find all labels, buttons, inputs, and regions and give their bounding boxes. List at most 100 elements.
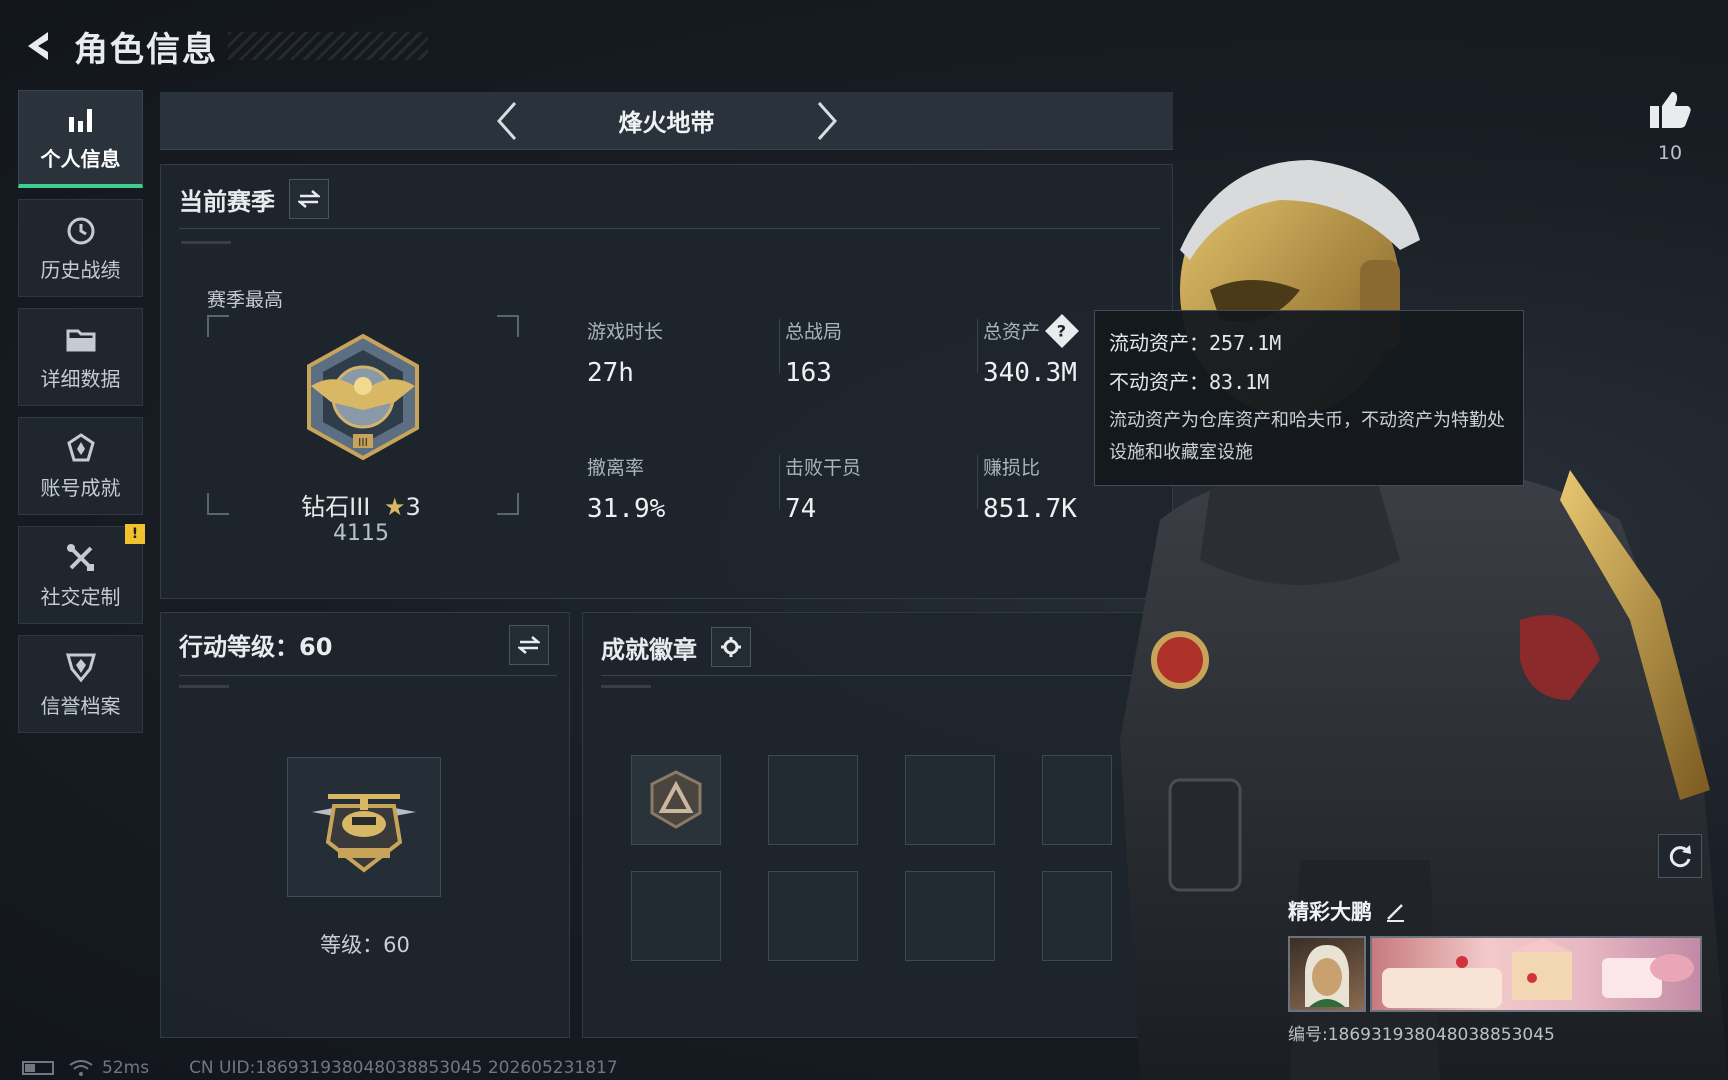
- badges-panel-header: 成就徽章: [601, 627, 751, 667]
- edit-icon[interactable]: [1384, 899, 1408, 923]
- assets-tooltip: 流动资产：257.1M 不动资产：83.1M 流动资产为仓库资产和哈夫币，不动资…: [1094, 310, 1524, 486]
- refresh-icon: [1669, 845, 1691, 868]
- sidebar-item-social[interactable]: ! 社交定制: [18, 524, 145, 624]
- wifi-icon: [69, 1060, 93, 1076]
- badge-slot[interactable]: [768, 755, 858, 845]
- stat-label: 赚损比: [983, 457, 1041, 479]
- like-button[interactable]: 10: [1640, 88, 1700, 164]
- season-best-label: 赛季最高: [207, 289, 284, 311]
- avatar-portrait-icon: [1305, 945, 1349, 1007]
- stat-kills: 击败干员 74: [785, 453, 861, 524]
- badge-slot[interactable]: [631, 871, 721, 961]
- rank-tier: 钻石III: [301, 493, 371, 521]
- stat-value: 31.9%: [587, 494, 666, 524]
- player-name: 精彩大鹏: [1288, 896, 1708, 926]
- thumbs-up-icon: [1650, 92, 1691, 128]
- season-panel: 当前赛季 赛季最高 III 钻石III ★3 4115 游戏时长 27h 总战局…: [160, 164, 1173, 599]
- decoration: [181, 241, 231, 244]
- player-name-card: 精彩大鹏 编号:186931938048038853045: [1288, 896, 1708, 1046]
- bar-chart-icon: [64, 103, 98, 137]
- stat-extraction-rate: 撤离率 31.9%: [587, 453, 665, 524]
- badges-panel: 成就徽章: [582, 612, 1173, 1038]
- level-panel: 行动等级：60 等级：60: [160, 612, 570, 1038]
- stat-value: 27h: [587, 358, 634, 388]
- page-title: 角色信息: [74, 29, 218, 70]
- tooltip-fixed-assets: 不动资产：83.1M: [1109, 370, 1270, 394]
- stat-label: 游戏时长: [587, 321, 664, 343]
- history-icon: [64, 214, 98, 248]
- level-text: 等级：60: [320, 933, 410, 957]
- cake-banner-icon: [1382, 938, 1694, 1008]
- uid-text: CN UID:186931938048038853045 20260523181…: [189, 1058, 618, 1078]
- ping-value: 52ms: [102, 1058, 150, 1078]
- decoration: [179, 685, 229, 688]
- rank-score: 4115: [333, 521, 389, 546]
- helicopter-emblem-icon: [312, 794, 416, 873]
- stat-value: 340.3M: [983, 358, 1077, 388]
- gear-icon: [721, 637, 741, 657]
- tooltip-liquid-assets: 流动资产：257.1M: [1109, 331, 1282, 355]
- stat-play-time: 游戏时长 27h: [587, 317, 663, 388]
- rank-name: 钻石III ★3: [261, 487, 461, 522]
- folder-icon: [64, 323, 98, 357]
- mode-title: 烽火地带: [618, 109, 715, 137]
- help-icon[interactable]: ?: [1045, 313, 1079, 348]
- prev-mode-button[interactable]: [487, 98, 527, 144]
- sidebar-item-achievements[interactable]: 账号成就: [18, 417, 143, 515]
- swap-icon: [298, 190, 320, 208]
- stat-value: 851.7K: [983, 494, 1077, 524]
- status-footer: 52ms CN UID:186931938048038853045 202605…: [22, 1056, 618, 1080]
- header-decoration: [228, 32, 428, 60]
- back-button[interactable]: [18, 24, 62, 68]
- refresh-button[interactable]: [1658, 834, 1702, 878]
- sidebar-item-label: 个人信息: [40, 147, 121, 171]
- svg-text:III: III: [358, 436, 368, 449]
- stat-total-matches: 总战局 163: [785, 317, 842, 388]
- tooltip-note: 流动资产为仓库资产和哈夫币，不动资产为特勤处设施和收藏室设施: [1109, 410, 1505, 463]
- stat-value: 163: [785, 358, 832, 388]
- level-panel-title: 行动等级：60: [179, 633, 333, 661]
- badges-panel-title: 成就徽章: [601, 635, 697, 664]
- divider: [779, 319, 780, 373]
- profile-banner[interactable]: [1370, 936, 1702, 1012]
- tools-icon: [64, 541, 98, 575]
- sidebar-item-credit[interactable]: 信誉档案: [18, 635, 143, 733]
- badge-slot[interactable]: [631, 755, 721, 845]
- badge-slot[interactable]: [905, 755, 995, 845]
- sidebar: 个人信息 历史战绩 详细数据 账号成就 ! 社交定制 信誉档案: [18, 90, 145, 744]
- season-panel-title: 当前赛季: [179, 187, 275, 216]
- divider: [601, 675, 1160, 676]
- triangle-badge-icon: [650, 770, 702, 829]
- avatar[interactable]: [1288, 936, 1366, 1012]
- sidebar-item-personal-info[interactable]: 个人信息: [18, 90, 143, 188]
- achievement-icon: [64, 432, 98, 466]
- back-arrow-icon: [28, 32, 48, 60]
- credit-shield-icon: [64, 650, 98, 684]
- like-count: 10: [1657, 142, 1683, 164]
- sidebar-item-label: 账号成就: [40, 475, 121, 500]
- stat-value: 74: [785, 494, 817, 524]
- star-icon: ★: [384, 493, 406, 521]
- chevron-left-icon: [496, 101, 516, 140]
- swap-icon: [518, 636, 540, 654]
- stat-label: 击败干员: [785, 457, 862, 479]
- sidebar-item-label: 社交定制: [40, 584, 121, 609]
- stat-profit-ratio: 赚损比 851.7K: [983, 453, 1077, 524]
- switch-level-button[interactable]: [509, 625, 549, 665]
- badge-slot[interactable]: [905, 871, 995, 961]
- sidebar-item-label: 信誉档案: [40, 693, 121, 718]
- sidebar-item-history[interactable]: 历史战绩: [18, 199, 143, 297]
- badge-slot[interactable]: [768, 871, 858, 961]
- chevron-right-icon: [817, 101, 837, 140]
- diamond-rank-medal-icon: III: [291, 330, 435, 461]
- switch-season-button[interactable]: [289, 179, 329, 219]
- level-emblem: [287, 757, 441, 897]
- divider: [779, 455, 780, 509]
- player-id: 编号:186931938048038853045: [1288, 1025, 1555, 1045]
- header: 角色信息: [18, 18, 428, 74]
- badge-settings-button[interactable]: [711, 627, 751, 667]
- next-mode-button[interactable]: [807, 98, 847, 144]
- divider: [977, 319, 978, 373]
- sidebar-item-detail-data[interactable]: 详细数据: [18, 308, 143, 406]
- divider: [179, 228, 1160, 229]
